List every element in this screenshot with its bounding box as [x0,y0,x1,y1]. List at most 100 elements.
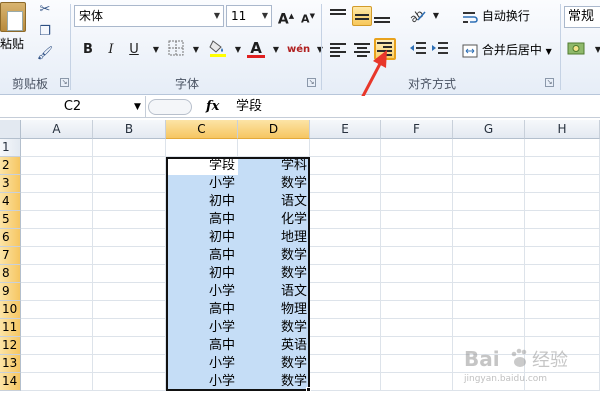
bottom-align-button[interactable] [374,6,394,26]
cell[interactable] [310,373,381,391]
cell[interactable] [453,229,525,247]
chevron-down-icon[interactable]: ▼ [310,40,330,60]
cell[interactable] [21,175,93,193]
cell[interactable] [21,229,93,247]
row-header-2[interactable]: 2 [0,157,21,175]
wrap-text-button[interactable]: 自动换行 [462,6,558,26]
cell[interactable] [381,229,453,247]
cell[interactable] [310,229,381,247]
cell[interactable] [310,193,381,211]
row-header-12[interactable]: 12 [0,337,21,355]
cell[interactable] [525,193,600,211]
merge-center-button[interactable]: 合并后居中 ▼ [462,40,558,60]
cell[interactable] [93,301,166,319]
cell[interactable] [381,373,453,391]
chevron-down-icon[interactable]: ▼ [228,40,248,60]
phonetic-guide-icon[interactable]: wén [287,40,311,60]
paste-icon[interactable] [0,2,26,32]
cell[interactable] [381,211,453,229]
grow-font-button[interactable]: A▲ [276,6,296,28]
row-header-10[interactable]: 10 [0,301,21,319]
cell[interactable] [21,337,93,355]
cell[interactable] [453,139,525,157]
cell[interactable] [21,265,93,283]
select-all-corner[interactable] [0,120,21,139]
clipboard-launcher-icon[interactable]: ↘ [60,78,69,87]
cell[interactable] [525,139,600,157]
cell[interactable] [93,175,166,193]
name-box[interactable]: C2 [0,96,146,118]
chevron-down-icon[interactable]: ▼ [426,6,446,26]
cell[interactable] [381,247,453,265]
chevron-down-icon[interactable]: ▼ [146,40,166,60]
number-format-select[interactable]: 常规 [564,6,600,28]
cell[interactable] [93,265,166,283]
cell[interactable] [93,211,166,229]
cell[interactable] [381,337,453,355]
cell[interactable] [21,193,93,211]
shrink-font-button[interactable]: A▼ [298,6,318,26]
cell[interactable] [453,175,525,193]
column-header-f[interactable]: F [381,120,453,139]
cell[interactable] [93,283,166,301]
cell[interactable] [310,247,381,265]
cell[interactable] [21,373,93,391]
cell[interactable] [381,157,453,175]
border-icon[interactable] [166,40,186,60]
orientation-icon[interactable]: ab [407,6,428,26]
cell[interactable] [93,229,166,247]
column-header-h[interactable]: H [525,120,600,139]
fill-color-icon[interactable] [208,38,228,58]
alignment-launcher-icon[interactable]: ↘ [545,78,554,87]
cell[interactable] [310,283,381,301]
cell[interactable] [21,139,93,157]
cell[interactable] [310,355,381,373]
cell[interactable] [381,193,453,211]
cell[interactable] [21,247,93,265]
cell[interactable] [525,319,600,337]
italic-button[interactable]: I [101,40,121,60]
align-left-button[interactable] [330,40,350,60]
cell[interactable] [381,355,453,373]
bold-button[interactable]: B [78,40,98,60]
cell[interactable] [525,175,600,193]
cell[interactable] [21,301,93,319]
column-header-e[interactable]: E [310,120,381,139]
cell[interactable] [453,283,525,301]
row-header-13[interactable]: 13 [0,355,21,373]
cell[interactable] [93,337,166,355]
cell[interactable] [310,301,381,319]
chevron-down-icon[interactable]: ▼ [266,40,286,60]
row-header-4[interactable]: 4 [0,193,21,211]
font-name-select[interactable]: 宋体 ▼ [74,5,224,27]
cell[interactable] [21,211,93,229]
paste-button-label[interactable]: 粘贴 [0,35,24,52]
cell[interactable] [525,211,600,229]
row-header-6[interactable]: 6 [0,229,21,247]
cell[interactable] [381,283,453,301]
row-header-9[interactable]: 9 [0,283,21,301]
format-painter-icon[interactable]: 🖌 [36,46,54,62]
cell[interactable] [93,355,166,373]
cell[interactable] [21,283,93,301]
currency-format-icon[interactable] [566,40,590,60]
cell[interactable] [453,265,525,283]
cell[interactable] [21,355,93,373]
cell[interactable] [310,157,381,175]
row-header-3[interactable]: 3 [0,175,21,193]
copy-icon[interactable]: ❐ [36,24,54,40]
cell[interactable] [525,229,600,247]
chevron-down-icon[interactable]: ▼ [186,40,206,60]
cell[interactable] [381,265,453,283]
column-header-g[interactable]: G [453,120,525,139]
fill-handle[interactable] [306,387,311,392]
cell[interactable] [453,319,525,337]
cell[interactable] [453,211,525,229]
cut-icon[interactable]: ✂ [36,2,54,18]
decrease-indent-icon[interactable] [408,40,428,60]
cell[interactable] [93,247,166,265]
row-header-5[interactable]: 5 [0,211,21,229]
column-header-d[interactable]: D [238,120,310,139]
cell[interactable] [453,301,525,319]
column-header-b[interactable]: B [93,120,166,139]
